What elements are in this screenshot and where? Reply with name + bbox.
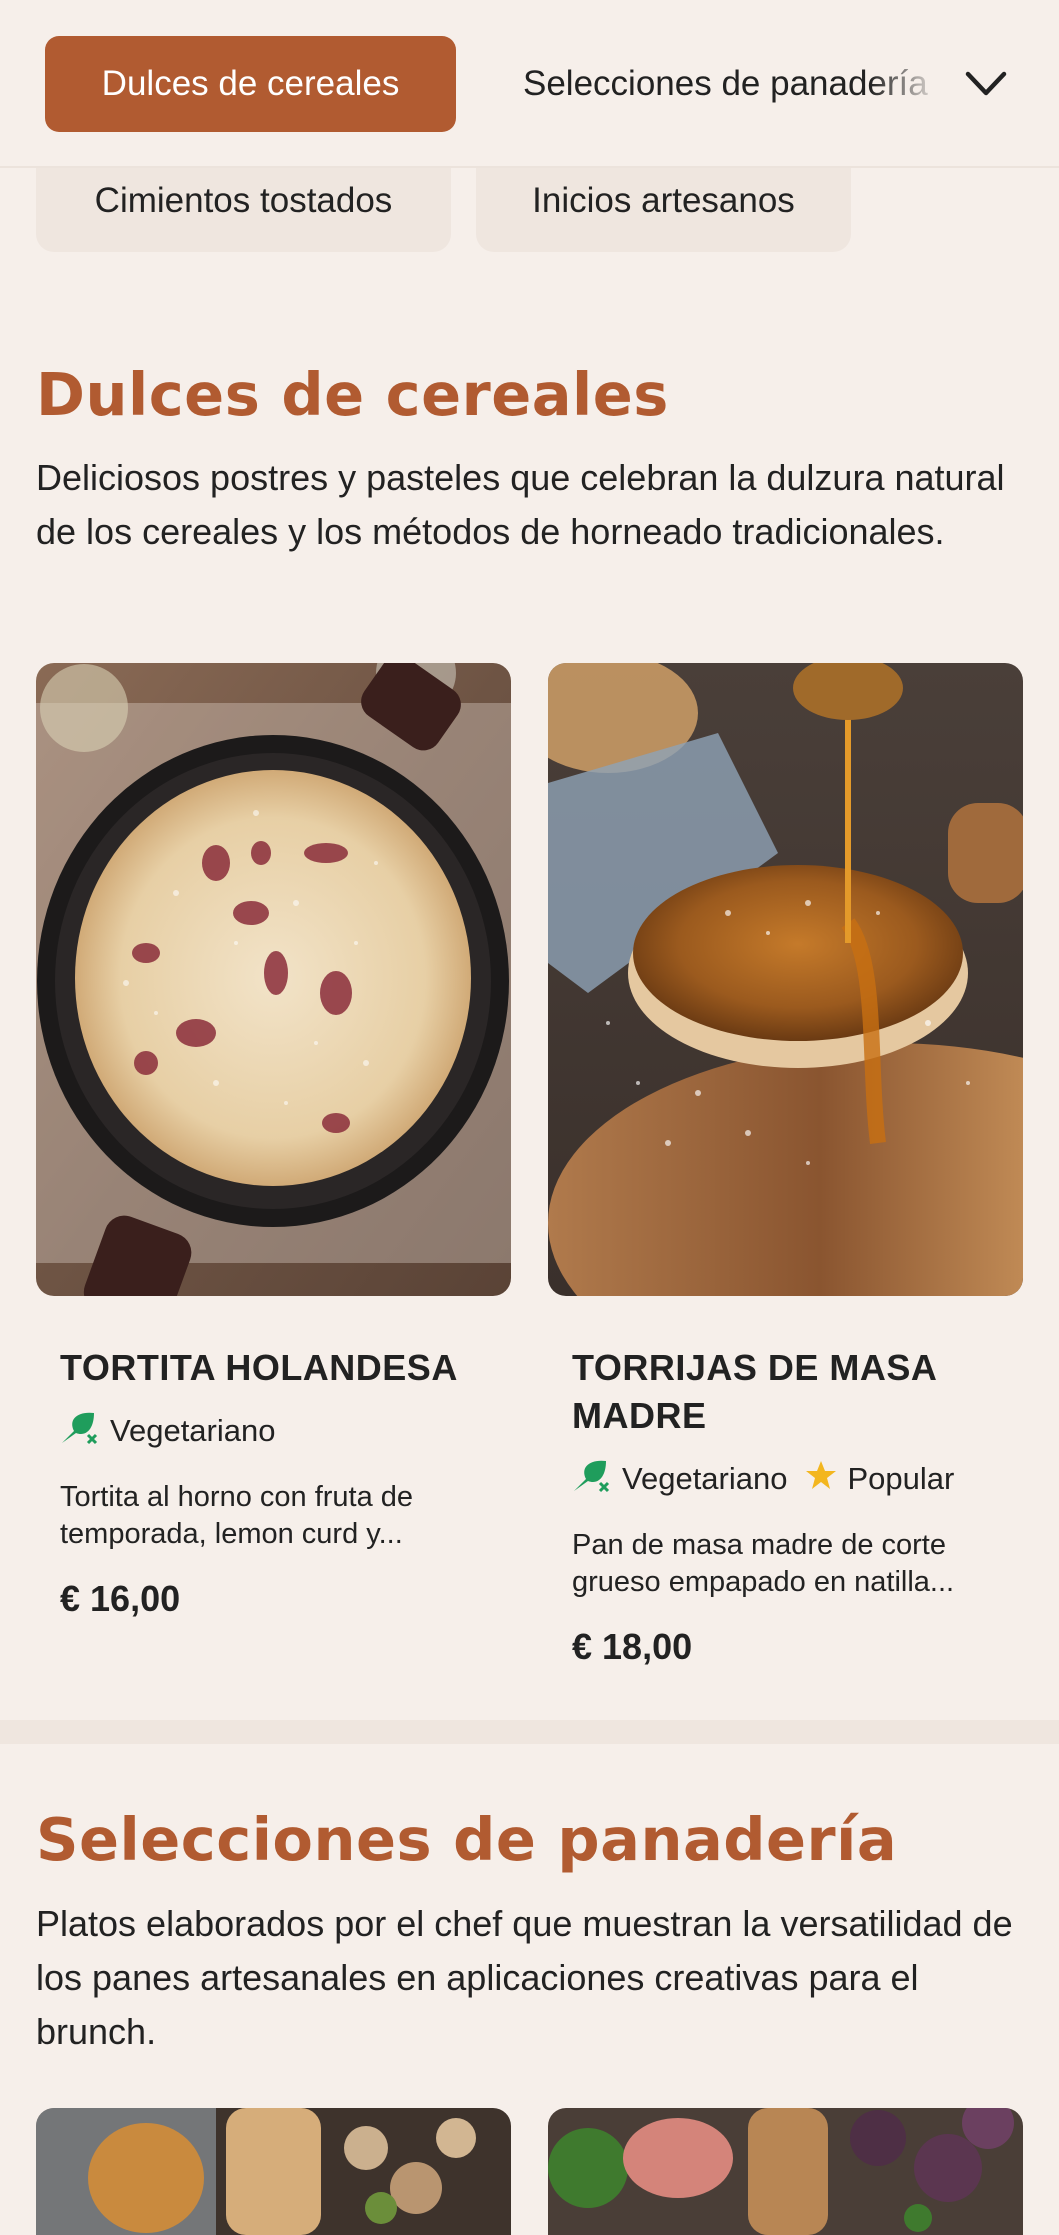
tag-label: Vegetariano bbox=[110, 1413, 276, 1448]
tag-vegetariano: Vegetariano bbox=[572, 1457, 787, 1501]
leaf-icon bbox=[60, 1409, 100, 1453]
tab-overflow-fade bbox=[870, 20, 950, 148]
section-title-selecciones: Selecciones de panadería bbox=[36, 1805, 898, 1874]
item-tags-tortita: Vegetariano bbox=[60, 1409, 293, 1453]
item-price-torrijas: € 18,00 bbox=[572, 1626, 693, 1667]
tag-vegetariano: Vegetariano bbox=[60, 1409, 275, 1453]
item-description-torrijas: Pan de masa madre de corte grueso empapa… bbox=[572, 1527, 1002, 1601]
section-divider bbox=[0, 1720, 1059, 1744]
star-icon bbox=[805, 1459, 837, 1499]
description-line: temporada, lemon curd y... bbox=[60, 1518, 403, 1550]
item-tags-torrijas: Vegetariano Popular bbox=[572, 1457, 972, 1501]
section-description-dulces: Deliciosos postres y pasteles que celebr… bbox=[36, 457, 1005, 552]
fig-charcuterie-photo[interactable] bbox=[548, 2108, 1023, 2235]
tag-label: Popular bbox=[847, 1461, 955, 1496]
item-name-line: MADRE bbox=[572, 1395, 707, 1436]
tag-popular: Popular bbox=[805, 1459, 954, 1499]
chevron-down-icon[interactable] bbox=[960, 58, 1012, 110]
item-name-tortita-holandesa[interactable]: TORTITA HOLANDESA bbox=[60, 1344, 480, 1392]
category-nav: Dulces de cereales Selecciones de panade… bbox=[0, 0, 1059, 168]
section-title-dulces: Dulces de cereales bbox=[36, 360, 669, 429]
description-line: Tortita al horno con fruta de bbox=[60, 1481, 414, 1513]
dutch-baby-photo[interactable] bbox=[36, 663, 511, 1296]
tab-dulces-de-cereales[interactable]: Dulces de cereales bbox=[45, 36, 456, 132]
bread-mushroom-photo[interactable] bbox=[36, 2108, 511, 2235]
item-name-line: TORRIJAS DE MASA bbox=[572, 1347, 938, 1388]
leaf-icon bbox=[572, 1457, 612, 1501]
section-description-selecciones: Platos elaborados por el chef que muestr… bbox=[36, 1903, 1013, 2052]
item-description-tortita: Tortita al horno con fruta de temporada,… bbox=[60, 1479, 490, 1553]
description-line: Pan de masa madre de corte bbox=[572, 1529, 946, 1561]
tag-label: Vegetariano bbox=[622, 1461, 788, 1496]
description-line: grueso empapado en natilla... bbox=[572, 1566, 955, 1598]
item-price-tortita: € 16,00 bbox=[60, 1578, 181, 1619]
french-toast-photo[interactable] bbox=[548, 663, 1023, 1296]
item-name-torrijas[interactable]: TORRIJAS DE MASA MADRE bbox=[572, 1344, 992, 1440]
